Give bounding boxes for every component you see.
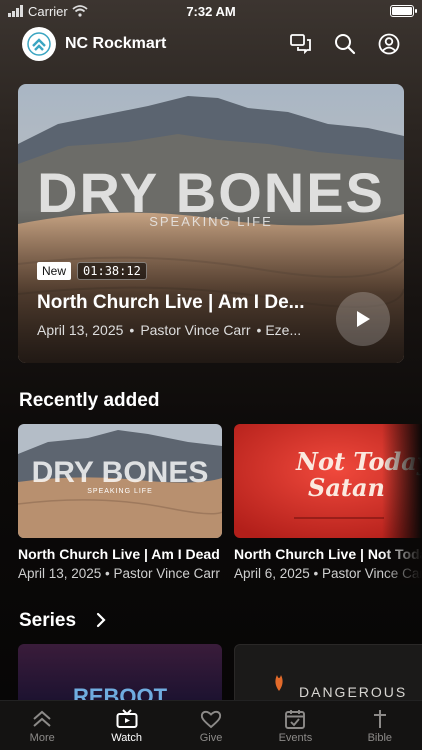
duration-badge: 01:38:12 (77, 262, 147, 280)
chevron-right-icon[interactable] (96, 612, 106, 628)
play-icon (357, 311, 370, 327)
recent-artwork: DRY BONES SPEAKING LIFE (18, 424, 222, 538)
tab-label: More (29, 732, 55, 744)
featured-title: North Church Live | Am I De... (37, 292, 305, 313)
tab-label: Events (278, 732, 313, 744)
tab-events[interactable]: Events (253, 701, 337, 750)
series-card[interactable]: DANGEROUS (234, 644, 422, 702)
header-actions (290, 33, 400, 55)
recent-card[interactable]: DRY BONES SPEAKING LIFE North Church Liv… (18, 424, 222, 581)
meta-separator: • (129, 322, 135, 338)
tab-more[interactable]: More (0, 701, 84, 750)
recent-art-subtitle: SPEAKING LIFE (87, 488, 153, 495)
featured-sermon-card[interactable]: DRY BONES SPEAKING LIFE New 01:38:12 Nor… (18, 84, 404, 363)
recent-thumb: DRY BONES SPEAKING LIFE (18, 424, 222, 538)
recent-meta: April 13, 2025 • Pastor Vince Carr (18, 566, 220, 581)
hero-badges: New 01:38:12 (37, 262, 147, 280)
brand-name: NC Rockmart (65, 35, 167, 52)
tab-label: Watch (111, 732, 142, 744)
carousel-fade (382, 424, 422, 584)
app-header: NC Rockmart (22, 26, 400, 62)
church-logo[interactable] (22, 27, 56, 61)
series-card[interactable]: REBOOT (18, 644, 222, 702)
recent-art-title-2: Satan (308, 473, 385, 502)
series-artwork: DANGEROUS (275, 675, 407, 700)
new-badge: New (37, 262, 72, 280)
logo-mark-icon (27, 32, 51, 56)
search-icon[interactable] (334, 33, 356, 55)
tab-watch[interactable]: Watch (84, 701, 168, 750)
recent-title: North Church Live | Am I Dead (18, 546, 220, 562)
cross-icon (373, 710, 386, 728)
recent-art-title: DRY BONES (32, 456, 209, 489)
featured-speaker: Pastor Vince Carr (140, 322, 251, 338)
featured-date: April 13, 2025 (37, 322, 124, 338)
tab-label: Give (199, 732, 223, 744)
chevrons-up-icon (33, 710, 51, 727)
tab-bible[interactable]: Bible (338, 701, 422, 750)
tab-give[interactable]: Give (169, 701, 253, 750)
series-artwork: REBOOT (73, 684, 168, 702)
battery-icon (390, 5, 417, 17)
status-bar: Carrier 7:32 AM (0, 0, 422, 22)
calendar-icon (285, 710, 306, 729)
featured-meta: April 13, 2025 • Pastor Vince Carr • Eze… (37, 322, 301, 338)
clock: 7:32 AM (186, 3, 236, 19)
tab-bar: More Watch Give Events Bible (0, 700, 422, 750)
featured-extra: • Eze... (256, 322, 302, 338)
series-art-text: DANGEROUS (299, 684, 407, 700)
chat-icon[interactable] (290, 34, 312, 54)
profile-icon[interactable] (378, 33, 400, 55)
tv-icon (116, 709, 138, 728)
tab-label: Bible (367, 732, 393, 744)
heart-icon (200, 710, 222, 729)
recently-added-heading: Recently added (19, 390, 160, 411)
series-heading[interactable]: Series (19, 610, 76, 632)
play-button[interactable] (336, 292, 390, 346)
